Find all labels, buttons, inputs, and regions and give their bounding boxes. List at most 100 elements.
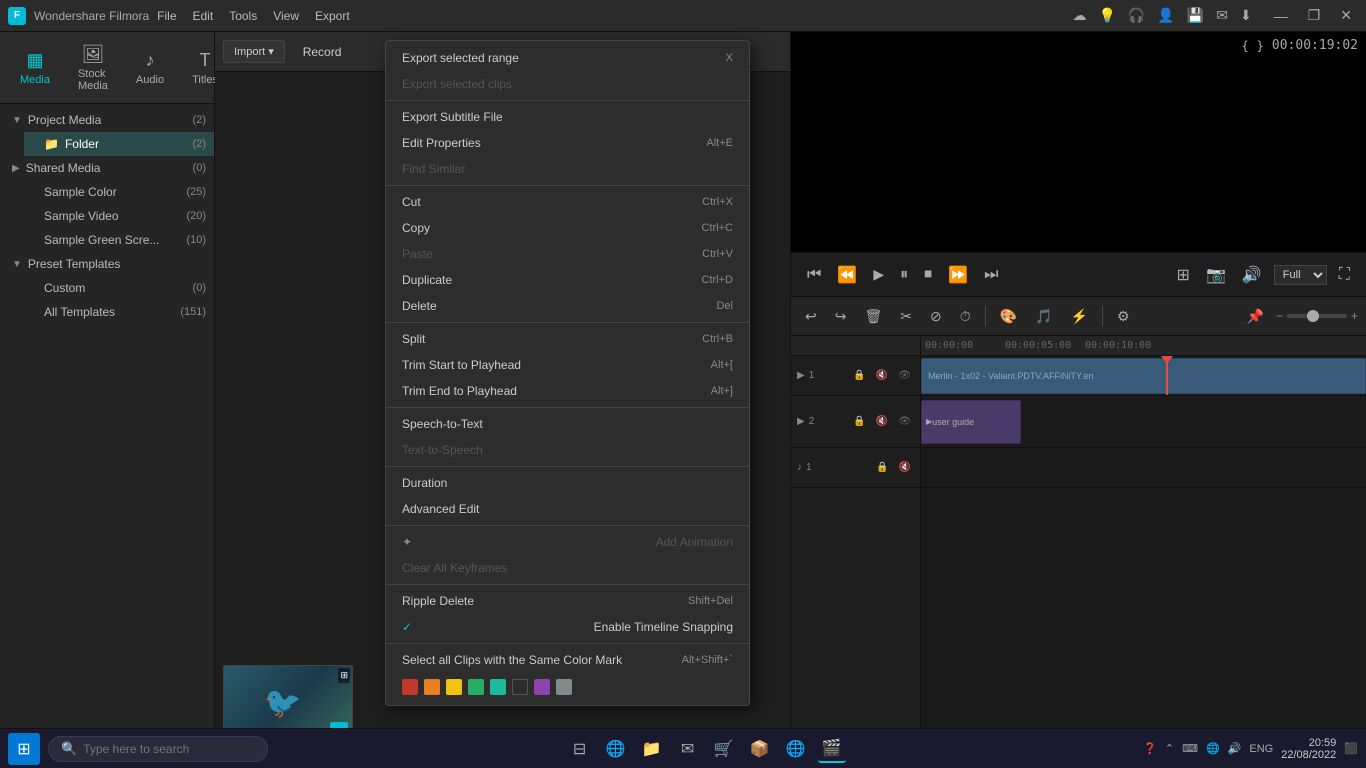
menu-file[interactable]: File [157,9,176,23]
ctx-delete[interactable]: Delete Del [386,293,749,319]
ctx-select-same-color[interactable]: Select all Clips with the Same Color Mar… [386,647,749,673]
volume-icon[interactable]: 🔊 [1228,742,1242,755]
color-red[interactable] [402,679,418,695]
taskbar-app-dropbox[interactable]: 📦 [746,735,774,763]
tree-project-media[interactable]: ▼ Project Media (2) [0,108,214,132]
speed-button[interactable]: ⚡ [1065,304,1094,329]
taskbar-app-mail[interactable]: ✉ [674,735,702,763]
ctx-split[interactable]: Split Ctrl+B [386,326,749,352]
avatar-icon[interactable]: 👤 [1157,7,1174,24]
step-back-button[interactable]: ⏪ [833,261,861,289]
tree-custom-item[interactable]: Custom (0) [24,276,214,300]
search-box[interactable]: 🔍 [48,736,268,762]
zoom-select[interactable]: Full 50% 75% 25% [1274,265,1327,285]
ctx-enable-snapping[interactable]: ✓ Enable Timeline Snapping [386,614,749,640]
color-yellow[interactable] [446,679,462,695]
track-1-mute[interactable]: 🔇 [873,369,891,382]
mail-icon[interactable]: ✉ [1216,7,1228,24]
timer-button[interactable]: ⏱ [954,304,977,329]
zoom-out-button[interactable]: − [1276,309,1283,323]
menu-edit[interactable]: Edit [193,9,214,23]
menu-tools[interactable]: Tools [229,9,257,23]
network-icon[interactable]: 🌐 [1206,742,1220,755]
ctx-copy[interactable]: Copy Ctrl+C [386,215,749,241]
close-button[interactable]: ✕ [1334,5,1358,26]
taskbar-app-edge[interactable]: 🌐 [602,735,630,763]
color-teal[interactable] [490,679,506,695]
track-2-lock[interactable]: 🔒 [850,415,868,428]
tree-shared-media[interactable]: ▶ Shared Media (0) [0,156,214,180]
color-black[interactable] [512,679,528,695]
step-forward-button[interactable]: ⏩ [944,261,972,289]
tree-folder-item[interactable]: 📁 Folder (2) [24,132,214,156]
track-2-eye[interactable]: 👁 [895,415,914,428]
menu-export[interactable]: Export [315,9,350,23]
ctx-advanced-edit[interactable]: Advanced Edit [386,496,749,522]
fullscreen-button[interactable]: ⛶ [1335,262,1354,288]
headset-icon[interactable]: 🎧 [1128,7,1145,24]
ctx-trim-start[interactable]: Trim Start to Playhead Alt+[ [386,352,749,378]
menu-view[interactable]: View [273,9,299,23]
volume-button[interactable]: 🔊 [1238,261,1266,289]
color-green[interactable] [468,679,484,695]
tree-preset-templates[interactable]: ▼ Preset Templates [0,252,214,276]
taskbar-app-filmora[interactable]: 🎬 [818,735,846,763]
settings-button[interactable]: ⚙ [1111,304,1136,329]
play-button[interactable]: ▶ [869,262,888,287]
redo-button[interactable]: ↪ [829,304,853,329]
zoom-slider[interactable] [1287,314,1347,318]
clip-video-1[interactable]: Merlin - 1x02 - Valiant.PDTV.AFFiNiTY.en [921,358,1366,394]
import-button[interactable]: Import ▾ [223,40,285,63]
zoom-thumb[interactable] [1307,310,1319,322]
audio-track-mute[interactable]: 🔇 [896,461,914,474]
snapshot-button[interactable]: 📷 [1202,261,1230,289]
ctx-ripple-delete[interactable]: Ripple Delete Shift+Del [386,588,749,614]
track-1-lock[interactable]: 🔒 [850,369,868,382]
ctx-edit-properties[interactable]: Edit Properties Alt+E [386,130,749,156]
color-purple[interactable] [534,679,550,695]
tool-stock-media[interactable]: 🖼 Stock Media [66,40,120,96]
color-gray[interactable] [556,679,572,695]
tool-audio[interactable]: ♪ Audio [124,46,176,90]
clip-video-2[interactable]: ▶ user guide [921,400,1021,444]
save-icon[interactable]: 💾 [1187,7,1204,24]
fit-to-frame-button[interactable]: ⊞ [1173,261,1194,289]
color-correct-button[interactable]: 🎨 [994,304,1023,329]
ctx-duplicate[interactable]: Duplicate Ctrl+D [386,267,749,293]
notification-icon[interactable]: ⬛ [1344,742,1358,755]
tree-sample-video-item[interactable]: Sample Video (20) [24,204,214,228]
ctx-trim-end[interactable]: Trim End to Playhead Alt+] [386,378,749,404]
audio-track-lock[interactable]: 🔒 [873,461,891,474]
ctx-cut[interactable]: Cut Ctrl+X [386,189,749,215]
bulb-icon[interactable]: 💡 [1098,7,1115,24]
tree-all-templates-item[interactable]: All Templates (151) [24,300,214,324]
pause-button[interactable]: ⏸ [896,262,912,288]
ctx-speech-to-text[interactable]: Speech-to-Text [386,411,749,437]
crop-button[interactable]: ⊘ [924,304,948,329]
keyboard-icon[interactable]: ⌨ [1182,742,1198,755]
cloud-icon[interactable]: ☁ [1072,7,1086,24]
chevron-up-icon[interactable]: ⌃ [1165,742,1174,755]
ctx-export-selected-range[interactable]: Export selected range X [386,45,749,71]
cut-clip-button[interactable]: ✂ [894,304,918,329]
taskbar-app-amazon[interactable]: 🛒 [710,735,738,763]
taskbar-app-explorer[interactable]: 📁 [638,735,666,763]
track-1-eye[interactable]: 👁 [895,369,914,382]
maximize-button[interactable]: ❐ [1302,5,1327,26]
tree-sample-green-item[interactable]: Sample Green Scre... (10) [24,228,214,252]
add-track-button[interactable]: 📌 [1241,304,1270,329]
skip-forward-button[interactable]: ⏭ [980,262,1002,288]
skip-back-button[interactable]: ⏮ [803,262,825,288]
minimize-button[interactable]: — [1268,6,1294,26]
record-button[interactable]: Record [293,41,352,63]
search-input[interactable] [83,742,243,756]
stop-button[interactable]: ⏹ [920,262,936,288]
tool-media[interactable]: ▦ Media [8,46,62,90]
undo-button[interactable]: ↩ [799,304,823,329]
taskbar-app-browser2[interactable]: 🌐 [782,735,810,763]
start-button[interactable]: ⊞ [8,733,40,765]
track-2-mute[interactable]: 🔇 [873,415,891,428]
audio-button[interactable]: 🎵 [1029,304,1058,329]
delete-clip-button[interactable]: 🗑 [858,304,888,329]
taskbar-app-taskview[interactable]: ⊟ [566,735,594,763]
